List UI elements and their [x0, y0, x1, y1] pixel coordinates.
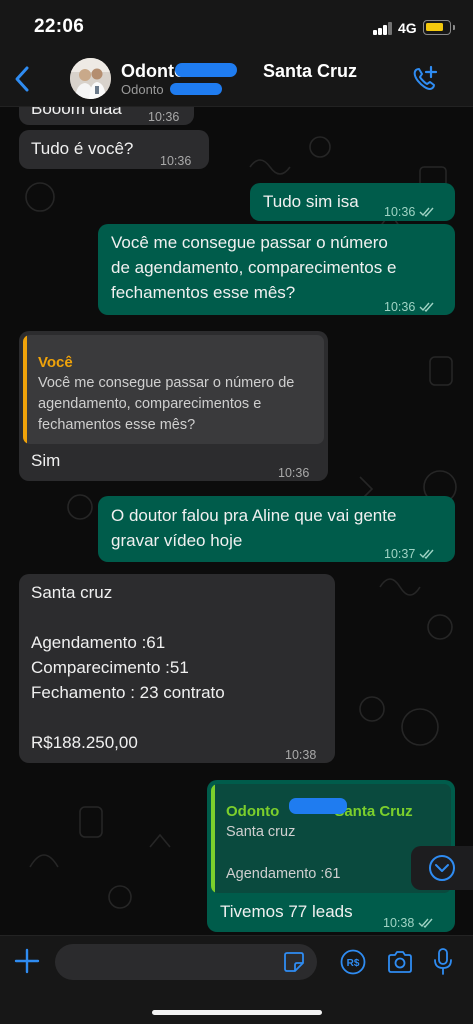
- message-time: 10:38: [285, 748, 317, 762]
- read-ticks-icon: [419, 302, 434, 312]
- message-incoming[interactable]: Santa cruz Agendamento :61 Compareciment…: [19, 574, 335, 763]
- chat-area[interactable]: Booom diaa 10:36 Tudo é você? 10:36 Tudo…: [0, 107, 473, 935]
- quote-text: Santa cruz Agendamento :61: [226, 824, 341, 882]
- message-text: Santa cruz Agendamento :61 Compareciment…: [31, 583, 225, 752]
- redaction-mark: [170, 83, 222, 95]
- message-text: O doutor falou pra Aline que vai gente g…: [111, 506, 397, 550]
- quoted-message[interactable]: Você Você me consegue passar o número de…: [23, 335, 324, 444]
- message-outgoing[interactable]: Você me consegue passar o número de agen…: [98, 224, 455, 315]
- quote-author: Você: [38, 354, 73, 371]
- add-call-icon[interactable]: [410, 64, 440, 94]
- message-outgoing[interactable]: O doutor falou pra Aline que vai gente g…: [98, 496, 455, 562]
- battery-icon: [423, 20, 455, 35]
- contact-name[interactable]: Odonto Santa Cruz: [121, 61, 357, 82]
- network-label: 4G: [398, 20, 417, 36]
- composer-bar: R$: [0, 935, 473, 1024]
- message-text: Tivemos 77 leads: [220, 902, 353, 921]
- message-time: 10:36: [160, 154, 192, 168]
- scroll-to-bottom-button[interactable]: [411, 846, 473, 890]
- message-incoming[interactable]: Booom diaa 10:36: [19, 107, 194, 125]
- read-ticks-icon: [418, 918, 433, 928]
- status-bar: 22:06 4G: [0, 0, 473, 50]
- home-indicator: [152, 1010, 322, 1015]
- status-time: 22:06: [34, 16, 85, 37]
- message-incoming[interactable]: Tudo é você? 10:36: [19, 130, 209, 169]
- message-input[interactable]: [55, 944, 317, 980]
- message-time: 10:38: [383, 911, 434, 935]
- message-time: 10:36: [384, 295, 435, 320]
- chat-header: Odonto Santa Cruz Odonto: [0, 50, 473, 107]
- read-ticks-icon: [419, 549, 434, 559]
- back-icon[interactable]: [10, 64, 36, 94]
- sticker-icon[interactable]: [282, 950, 306, 974]
- contact-name-end: Santa Cruz: [263, 61, 358, 81]
- payment-icon[interactable]: R$: [340, 949, 366, 975]
- redaction-mark: [289, 798, 347, 814]
- message-outgoing[interactable]: Tudo sim isa 10:36: [250, 183, 455, 221]
- message-time: 10:36: [278, 466, 310, 480]
- message-time: 10:37: [384, 542, 435, 567]
- message-time: 10:36: [148, 110, 180, 124]
- message-time: 10:36: [384, 200, 435, 225]
- plus-icon[interactable]: [14, 948, 40, 974]
- message-text: Tudo sim isa: [263, 192, 359, 211]
- redaction-mark: [175, 63, 237, 77]
- message-text: Tudo é você?: [31, 139, 134, 158]
- camera-icon[interactable]: [386, 949, 414, 975]
- contact-subtitle: Odonto: [121, 82, 164, 97]
- svg-text:R$: R$: [347, 958, 360, 969]
- microphone-icon[interactable]: [433, 947, 453, 977]
- message-text: Booom diaa: [31, 107, 122, 118]
- message-text: Você me consegue passar o número de agen…: [111, 233, 397, 302]
- signal-icon: [373, 22, 393, 35]
- read-ticks-icon: [419, 207, 434, 217]
- avatar[interactable]: [70, 58, 111, 99]
- quote-text: Você me consegue passar o número de agen…: [38, 375, 295, 433]
- chevron-down-icon: [429, 855, 455, 881]
- message-text: Sim: [31, 451, 61, 470]
- message-incoming-reply[interactable]: Você Você me consegue passar o número de…: [19, 331, 328, 481]
